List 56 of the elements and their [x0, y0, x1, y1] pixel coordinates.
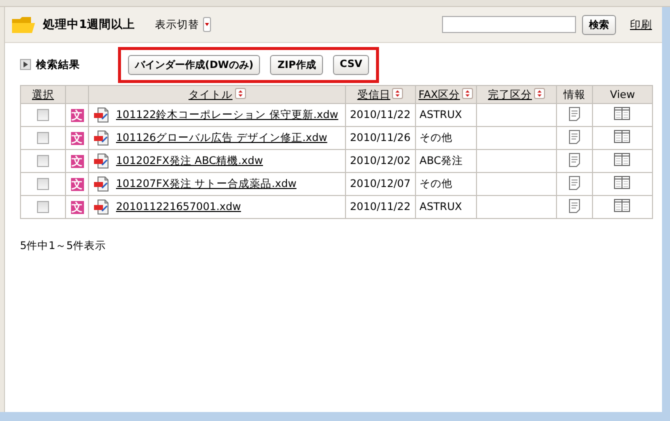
file-icon	[93, 130, 110, 146]
received-date: 2010/11/22	[350, 109, 411, 121]
fax-category: ASTRUX	[420, 201, 462, 213]
result-count: 5件中1～5件表示	[20, 239, 108, 253]
sort-icon[interactable]	[234, 88, 246, 98]
document-icon[interactable]	[568, 176, 580, 190]
document-icon[interactable]	[568, 106, 580, 120]
split-view-icon[interactable]	[614, 107, 630, 120]
received-date: 2010/11/22	[350, 201, 411, 213]
action-button[interactable]: バインダー作成(DWのみ)	[128, 54, 260, 74]
checkbox[interactable]	[37, 155, 49, 168]
document-badge: 文	[70, 200, 84, 214]
received-date: 2010/12/02	[350, 155, 411, 167]
dropdown-button[interactable]	[203, 17, 212, 32]
action-button[interactable]: ZIP作成	[270, 54, 323, 74]
search-field[interactable]	[442, 16, 576, 33]
checkbox[interactable]	[37, 178, 49, 190]
split-view-icon[interactable]	[614, 176, 630, 189]
file-icon	[93, 107, 110, 123]
split-view-icon[interactable]	[614, 199, 630, 212]
sort-icon[interactable]	[462, 88, 473, 98]
checkbox[interactable]	[37, 201, 49, 214]
split-view-icon[interactable]	[614, 130, 630, 143]
document-icon[interactable]	[568, 130, 580, 144]
document-badge: 文	[70, 154, 84, 168]
document-icon[interactable]	[568, 152, 580, 166]
column-header: View	[610, 88, 635, 100]
sort-icon[interactable]	[392, 88, 404, 98]
received-date: 2010/12/07	[350, 178, 411, 190]
file-icon	[93, 176, 110, 192]
document-badge: 文	[70, 178, 84, 190]
caret-icon	[205, 23, 210, 26]
search-button[interactable]: 検索	[582, 14, 616, 34]
fax-category: その他	[420, 132, 453, 144]
column-header[interactable]: タイトル	[188, 88, 232, 100]
folder-icon	[11, 16, 37, 34]
results-label: 検索結果	[36, 58, 80, 72]
column-header: 情報	[563, 88, 586, 100]
fax-category: その他	[420, 178, 453, 190]
document-badge: 文	[70, 108, 84, 122]
document-badge: 文	[70, 132, 84, 144]
view-title: 処理中1週間以上	[43, 17, 136, 32]
split-view-icon[interactable]	[614, 153, 630, 166]
checkbox[interactable]	[37, 109, 49, 122]
received-date: 2010/11/26	[350, 132, 411, 144]
sort-icon[interactable]	[534, 88, 545, 98]
expand-icon[interactable]	[20, 59, 31, 70]
checkbox[interactable]	[37, 132, 49, 144]
view-toggle-label: 表示切替	[155, 18, 200, 32]
action-button[interactable]: CSV	[332, 54, 370, 74]
fax-category: ABC発注	[420, 155, 464, 167]
file-icon	[93, 199, 110, 215]
document-icon[interactable]	[568, 198, 580, 212]
file-icon	[93, 153, 110, 169]
print-link[interactable]: 印刷	[630, 18, 652, 32]
fax-category: ASTRUX	[420, 109, 462, 121]
